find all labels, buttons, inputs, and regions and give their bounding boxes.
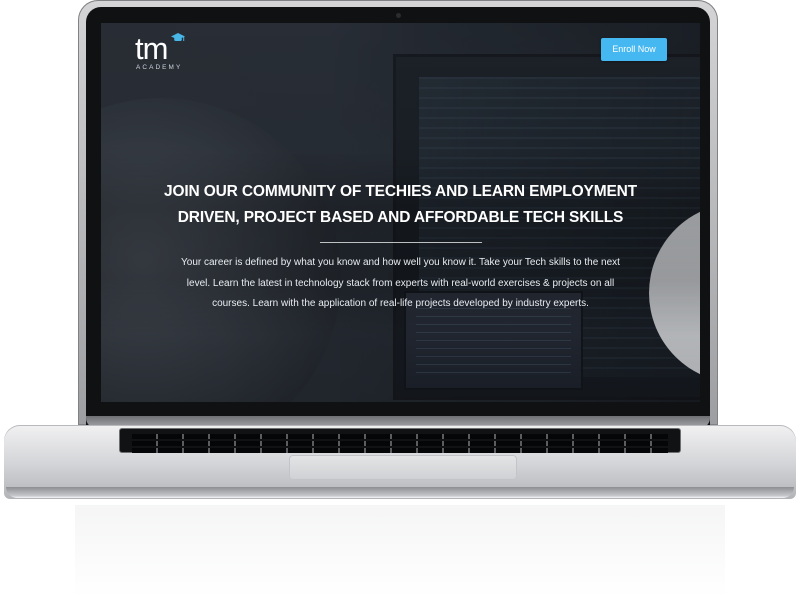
hero-divider [319,242,482,243]
keyboard-key-row [132,441,668,446]
hero-content: JOIN OUR COMMUNITY OF TECHIES AND LEARN … [158,179,643,315]
hero-description-line-2: level. Learn the latest in technology st… [186,277,615,289]
site-header: tm ACADEMY Enroll Now [101,23,700,79]
academy-logo[interactable]: tm ACADEMY [135,33,195,73]
logo-subtext: ACADEMY [136,64,183,71]
website-screen: tm ACADEMY Enroll Now JOIN OUR COMMUNITY… [101,23,700,402]
hero-description-line-1: Your career is defined by what you know … [181,257,620,268]
camera-dot [396,13,401,18]
keyboard-key-row [132,448,668,453]
hero-description: Your career is defined by what you know … [172,253,630,315]
laptop-mockup: tm ACADEMY Enroll Now JOIN OUR COMMUNITY… [0,0,800,599]
hero-title-line-2: DRIVEN, PROJECT BASED AND AFFORDABLE TEC… [177,209,624,226]
enroll-now-button[interactable]: Enroll Now [601,38,667,61]
laptop-trackpad [289,455,517,480]
laptop-reflection [75,505,725,599]
hero-description-line-3: courses. Learn with the application of r… [212,298,589,309]
hero-title: JOIN OUR COMMUNITY OF TECHIES AND LEARN … [158,179,643,231]
logo-text: tm [135,31,168,66]
graduation-cap-icon [171,33,185,41]
keyboard-key-row [132,434,668,439]
hero-title-line-1: JOIN OUR COMMUNITY OF TECHIES AND LEARN … [163,183,637,200]
laptop-front-edge [6,487,794,498]
